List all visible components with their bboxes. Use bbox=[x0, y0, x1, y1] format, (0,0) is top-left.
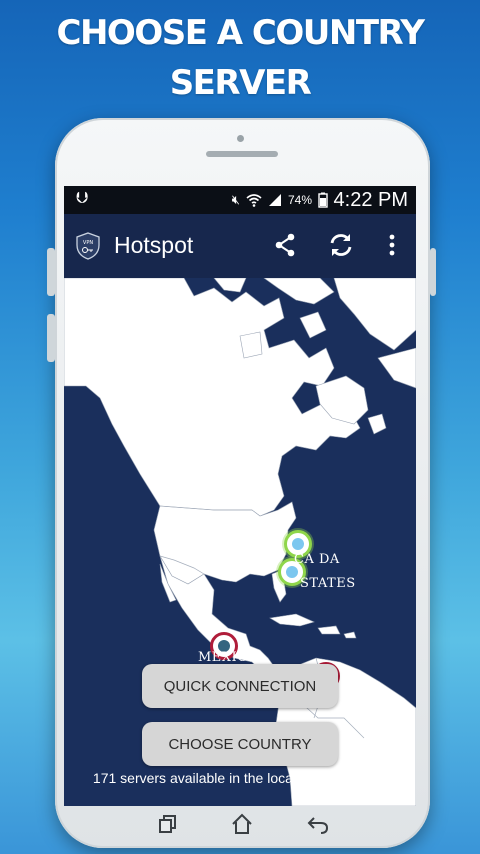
choose-country-button[interactable]: CHOOSE COUNTRY bbox=[142, 722, 338, 766]
promo-title-line2: SERVER bbox=[169, 63, 312, 103]
app-bar: VPN Hotspot bbox=[64, 214, 416, 278]
more-options-icon[interactable] bbox=[377, 230, 407, 260]
volume-button bbox=[47, 248, 55, 296]
battery-icon bbox=[318, 192, 328, 208]
earpiece-speaker bbox=[206, 151, 278, 157]
power-button bbox=[47, 314, 55, 362]
status-bar: ⮋ 🔇︎ 74% 4:22 PM bbox=[64, 186, 416, 214]
usb-icon: ⮋ bbox=[76, 190, 89, 207]
map-label-united-states: STATES bbox=[300, 576, 356, 591]
quick-connection-button[interactable]: QUICK CONNECTION bbox=[142, 664, 338, 708]
map-label-canada: CA DA bbox=[294, 552, 340, 567]
vpn-shield-logo: VPN bbox=[76, 232, 100, 260]
promo-title-line1: CHOOSE A COUNTRY bbox=[56, 13, 425, 53]
refresh-icon[interactable] bbox=[326, 230, 356, 260]
recent-apps-icon[interactable] bbox=[156, 812, 180, 836]
servers-available-note: 171 servers available in the local datab… bbox=[92, 770, 388, 786]
phone-screen: ⮋ 🔇︎ 74% 4:22 PM VPN Hotspot CA DA STATE… bbox=[64, 186, 416, 806]
front-camera bbox=[237, 135, 244, 142]
home-icon[interactable] bbox=[230, 812, 254, 836]
share-icon[interactable] bbox=[270, 230, 300, 260]
side-button-right bbox=[430, 248, 436, 296]
mute-icon: 🔇︎ bbox=[231, 192, 240, 207]
world-map[interactable]: CA DA STATES MEXICO VENEZUELA QUICK CONN… bbox=[64, 278, 416, 806]
app-title: Hotspot bbox=[114, 232, 194, 258]
back-icon[interactable] bbox=[306, 812, 330, 836]
signal-icon bbox=[268, 194, 281, 206]
wifi-icon bbox=[246, 194, 262, 207]
navigation-bar bbox=[64, 806, 416, 844]
map-label-mexico: MEXICO bbox=[198, 650, 259, 665]
promo-title: CHOOSE A COUNTRY SERVER bbox=[0, 8, 480, 108]
status-time: 4:22 PM bbox=[333, 189, 408, 211]
logo-text: VPN bbox=[83, 240, 93, 246]
battery-percent: 74% bbox=[287, 193, 312, 207]
